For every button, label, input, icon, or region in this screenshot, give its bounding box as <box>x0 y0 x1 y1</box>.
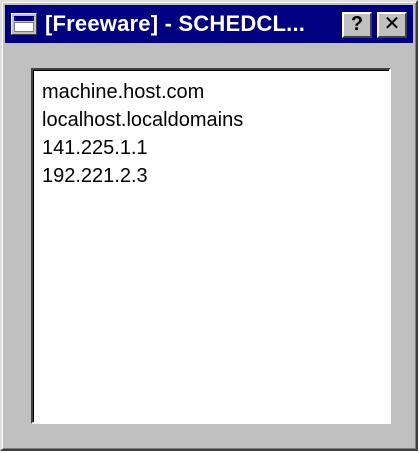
app-window: [Freeware] - SCHEDCL... ? ✕ machine.host… <box>0 0 418 451</box>
title-bar[interactable]: [Freeware] - SCHEDCL... ? ✕ <box>5 5 413 43</box>
help-icon: ? <box>350 13 364 35</box>
help-button[interactable]: ? <box>342 12 372 38</box>
list-item-host[interactable]: localhost.localdomains <box>42 106 389 134</box>
list-item-host[interactable]: 141.225.1.1 <box>42 134 389 162</box>
window-app-icon[interactable] <box>11 13 37 35</box>
close-icon: ✕ <box>383 13 401 35</box>
host-list: machine.host.com localhost.localdomains … <box>33 70 389 190</box>
close-button[interactable]: ✕ <box>377 12 407 38</box>
window-title: [Freeware] - SCHEDCL... <box>45 11 306 36</box>
list-item-host[interactable]: 192.221.2.3 <box>42 162 389 190</box>
list-item-host[interactable]: machine.host.com <box>42 78 389 106</box>
host-list-box[interactable]: machine.host.com localhost.localdomains … <box>31 68 391 424</box>
